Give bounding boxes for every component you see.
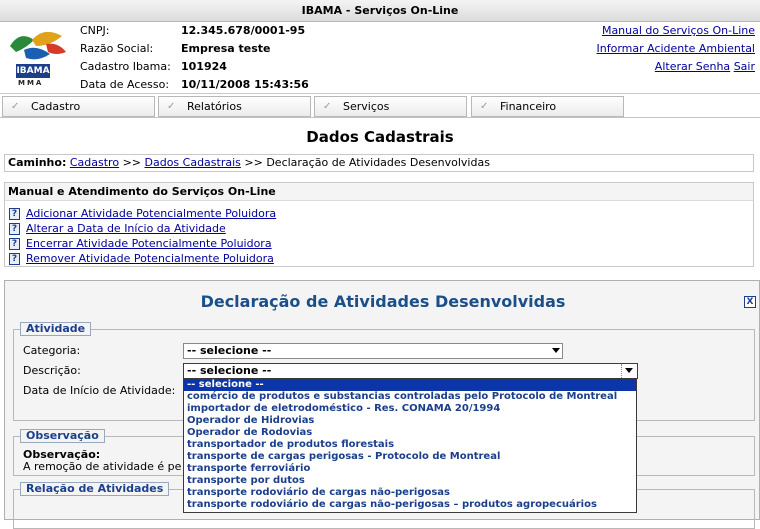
- razao-social-row: Razão Social: Empresa teste: [80, 40, 271, 58]
- cnpj-label: CNPJ:: [80, 24, 110, 37]
- dropdown-option[interactable]: importador de eletrodoméstico - Res. CON…: [184, 403, 636, 415]
- menu-relatorios-label: Relatórios: [187, 100, 242, 113]
- chevron-down-icon: [625, 368, 633, 373]
- descricao-select[interactable]: -- selecione --: [183, 363, 638, 379]
- cadastro-ibama-value: 101924: [181, 60, 227, 73]
- breadcrumb-current: Declaração de Atividades Desenvolvidas: [266, 156, 490, 169]
- data-acesso-label: Data de Acesso:: [80, 78, 170, 91]
- cadastro-ibama-label: Cadastro Ibama:: [80, 60, 171, 73]
- categoria-label: Categoria:: [23, 344, 81, 357]
- dropdown-option[interactable]: transporte por dutos: [184, 475, 636, 487]
- manual-box-title: Manual e Atendimento do Serviços On-Line: [5, 183, 753, 201]
- cadastro-ibama-row: Cadastro Ibama: 101924: [80, 58, 227, 76]
- menu-financeiro[interactable]: ✓ Financeiro: [471, 96, 624, 117]
- checkmark-icon: ✓: [167, 101, 176, 112]
- checkmark-icon: ✓: [480, 101, 489, 112]
- breadcrumb: Caminho: Cadastro >> Dados Cadastrais >>…: [4, 154, 754, 172]
- dropdown-option[interactable]: transporte rodoviário de cargas não-peri…: [184, 499, 636, 511]
- categoria-select[interactable]: -- selecione --: [183, 343, 563, 359]
- breadcrumb-cadastro-link[interactable]: Cadastro: [70, 156, 119, 169]
- help-item-remover: ? Remover Atividade Potencialmente Poluid…: [9, 251, 274, 266]
- descricao-dropdown-button[interactable]: [621, 364, 637, 378]
- declaration-title: Declaração de Atividades Desenvolvidas: [200, 292, 566, 311]
- mma-logo-text: MMA: [18, 79, 44, 87]
- dropdown-option[interactable]: transporte rodoviário de cargas não-peri…: [184, 487, 636, 499]
- page-title: Dados Cadastrais: [306, 128, 454, 146]
- breadcrumb-label: Caminho:: [8, 156, 67, 169]
- atividade-legend: Atividade: [20, 322, 92, 336]
- ibama-logo: IBAMA MMA: [6, 26, 70, 90]
- menu-cadastro-label: Cadastro: [31, 100, 81, 113]
- dropdown-option[interactable]: comércio de produtos e substancias contr…: [184, 391, 636, 403]
- razao-social-value: Empresa teste: [181, 42, 271, 55]
- dropdown-option[interactable]: Operador de Rodovias: [184, 427, 636, 439]
- close-icon[interactable]: X: [744, 296, 756, 308]
- dropdown-option[interactable]: -- selecione --: [184, 379, 636, 391]
- data-acesso-value: 10/11/2008 15:43:56: [181, 78, 309, 91]
- dropdown-option[interactable]: transporte de cargas perigosas - Protoco…: [184, 451, 636, 463]
- checkmark-icon: ✓: [323, 101, 332, 112]
- menu-servicos[interactable]: ✓ Serviços: [314, 96, 467, 117]
- menu-financeiro-label: Financeiro: [500, 100, 557, 113]
- leaf-logo-icon: [10, 31, 66, 60]
- help-link-encerrar[interactable]: Encerrar Atividade Potencialmente Poluid…: [26, 237, 272, 250]
- breadcrumb-dados-link[interactable]: Dados Cadastrais: [145, 156, 241, 169]
- help-icon[interactable]: ?: [9, 238, 20, 250]
- header: IBAMA MMA CNPJ: 12.345.678/0001-95 Razão …: [0, 22, 760, 94]
- chevron-down-icon: [552, 348, 560, 353]
- dropdown-option[interactable]: transporte ferroviário: [184, 463, 636, 475]
- razao-social-label: Razão Social:: [80, 42, 154, 55]
- observacao-legend: Observação: [20, 429, 105, 443]
- help-icon[interactable]: ?: [9, 208, 20, 220]
- help-link-alterar[interactable]: Alterar a Data de Início da Atividade: [26, 222, 226, 235]
- top-links: Manual do Serviços On-Line Informar Acid…: [597, 22, 756, 76]
- data-acesso-row: Data de Acesso: 10/11/2008 15:43:56: [80, 76, 309, 94]
- dropdown-option[interactable]: Operador de Hidrovias: [184, 415, 636, 427]
- observacao-text: A remoção de atividade é pe: [23, 460, 182, 473]
- sair-link[interactable]: Sair: [734, 60, 755, 73]
- checkmark-icon: ✓: [11, 101, 20, 112]
- categoria-select-value: -- selecione --: [187, 344, 272, 357]
- breadcrumb-separator: >>: [122, 156, 141, 169]
- help-icon[interactable]: ?: [9, 253, 20, 265]
- help-link-adicionar[interactable]: Adicionar Atividade Potencialmente Polui…: [26, 207, 276, 220]
- dropdown-option[interactable]: transportador de produtos florestais: [184, 439, 636, 451]
- ibama-logo-text: IBAMA: [16, 64, 50, 78]
- help-icon[interactable]: ?: [9, 223, 20, 235]
- main-menu: ✓ Cadastro ✓ Relatórios ✓ Serviços ✓ Finance…: [0, 95, 760, 118]
- breadcrumb-separator: >>: [244, 156, 263, 169]
- cnpj-value: 12.345.678/0001-95: [181, 24, 306, 37]
- help-link-remover[interactable]: Remover Atividade Potencialmente Poluido…: [26, 252, 274, 265]
- manual-box: Manual e Atendimento do Serviços On-Line…: [4, 182, 754, 267]
- alterar-senha-link[interactable]: Alterar Senha: [655, 60, 730, 73]
- help-item-adicionar: ? Adicionar Atividade Potencialmente Polu…: [9, 206, 276, 221]
- informar-acidente-link[interactable]: Informar Acidente Ambiental: [597, 42, 756, 55]
- menu-cadastro[interactable]: ✓ Cadastro: [2, 96, 155, 117]
- cnpj-row: CNPJ: 12.345.678/0001-95: [80, 22, 305, 40]
- descricao-select-value: -- selecione --: [187, 364, 272, 377]
- descricao-dropdown-list: -- selecione -- comércio de produtos e s…: [183, 378, 637, 513]
- manual-link[interactable]: Manual do Serviços On-Line: [602, 24, 755, 37]
- window-title: IBAMA - Serviços On-Line: [0, 0, 760, 22]
- help-item-alterar: ? Alterar a Data de Início da Atividade: [9, 221, 226, 236]
- descricao-label: Descrição:: [23, 364, 81, 377]
- relacao-legend: Relação de Atividades: [20, 482, 170, 496]
- menu-relatorios[interactable]: ✓ Relatórios: [158, 96, 311, 117]
- menu-servicos-label: Serviços: [343, 100, 390, 113]
- help-item-encerrar: ? Encerrar Atividade Potencialmente Polui…: [9, 236, 272, 251]
- data-inicio-label: Data de Início de Atividade:: [23, 384, 176, 397]
